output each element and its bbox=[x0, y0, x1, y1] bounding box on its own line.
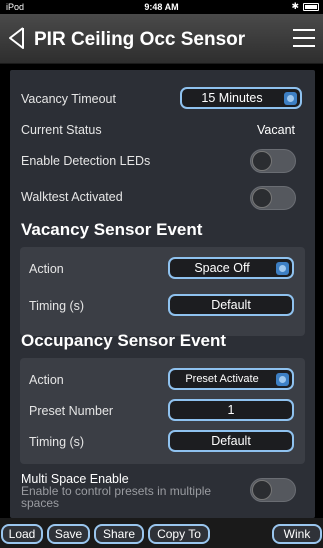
dropdown-icon bbox=[276, 373, 289, 386]
enable-leds-label: Enable Detection LEDs bbox=[21, 154, 151, 168]
enable-leds-toggle[interactable] bbox=[250, 149, 296, 173]
dropdown-icon bbox=[284, 92, 297, 105]
current-status-value: Vacant bbox=[257, 123, 295, 137]
hamburger-menu-icon[interactable] bbox=[293, 29, 315, 47]
status-bar: iPod 9:48 AM ✱ bbox=[0, 0, 323, 14]
share-button[interactable]: Share bbox=[94, 524, 144, 544]
wink-button[interactable]: Wink bbox=[272, 524, 322, 544]
walktest-toggle[interactable] bbox=[250, 186, 296, 210]
toggle-knob bbox=[252, 151, 272, 171]
current-status-label: Current Status bbox=[21, 123, 102, 137]
save-button[interactable]: Save bbox=[47, 524, 90, 544]
walktest-label: Walktest Activated bbox=[21, 190, 123, 204]
vacancy-action-value: Space Off bbox=[194, 261, 250, 275]
vacancy-timeout-label: Vacancy Timeout bbox=[21, 92, 116, 106]
vacancy-event-panel: Action Space Off Timing (s) Default bbox=[20, 247, 305, 336]
preset-number-field[interactable]: 1 bbox=[168, 399, 294, 421]
vacancy-timeout-value: 15 Minutes bbox=[201, 91, 263, 105]
battery-icon bbox=[303, 3, 319, 11]
clock: 9:48 AM bbox=[144, 2, 179, 12]
bottom-toolbar: Load Save Share Copy To Wink bbox=[0, 518, 323, 548]
multi-space-toggle[interactable] bbox=[250, 478, 296, 502]
occupancy-action-value: Preset Activate bbox=[185, 373, 259, 385]
settings-content: Vacancy Timeout 15 Minutes Current Statu… bbox=[10, 70, 315, 518]
load-button[interactable]: Load bbox=[1, 524, 43, 544]
occupancy-action-label: Action bbox=[29, 373, 64, 387]
toggle-knob bbox=[252, 188, 272, 208]
vacancy-timing-label: Timing (s) bbox=[29, 299, 85, 313]
occupancy-event-panel: Action Preset Activate Preset Number 1 T… bbox=[20, 358, 305, 464]
bluetooth-icon: ✱ bbox=[291, 1, 299, 11]
vacancy-timeout-select[interactable]: 15 Minutes bbox=[180, 87, 302, 109]
copy-to-button[interactable]: Copy To bbox=[148, 524, 210, 544]
occupancy-event-title: Occupancy Sensor Event bbox=[21, 331, 227, 350]
page-title: PIR Ceiling Occ Sensor bbox=[34, 29, 246, 50]
back-chevron-icon[interactable] bbox=[6, 26, 28, 50]
multi-space-description: Enable to control presets in multiple sp… bbox=[21, 485, 212, 510]
occupancy-timing-field[interactable]: Default bbox=[168, 430, 294, 452]
dropdown-icon bbox=[276, 262, 289, 275]
nav-bar: PIR Ceiling Occ Sensor bbox=[0, 14, 323, 64]
vacancy-timing-field[interactable]: Default bbox=[168, 294, 294, 316]
multi-space-label: Multi Space Enable bbox=[21, 472, 129, 486]
occupancy-timing-label: Timing (s) bbox=[29, 435, 85, 449]
vacancy-action-label: Action bbox=[29, 262, 64, 276]
toggle-knob bbox=[252, 480, 272, 500]
vacancy-action-select[interactable]: Space Off bbox=[168, 257, 294, 279]
occupancy-action-select[interactable]: Preset Activate bbox=[168, 368, 294, 390]
vacancy-event-title: Vacancy Sensor Event bbox=[21, 220, 203, 239]
preset-number-label: Preset Number bbox=[29, 404, 114, 418]
